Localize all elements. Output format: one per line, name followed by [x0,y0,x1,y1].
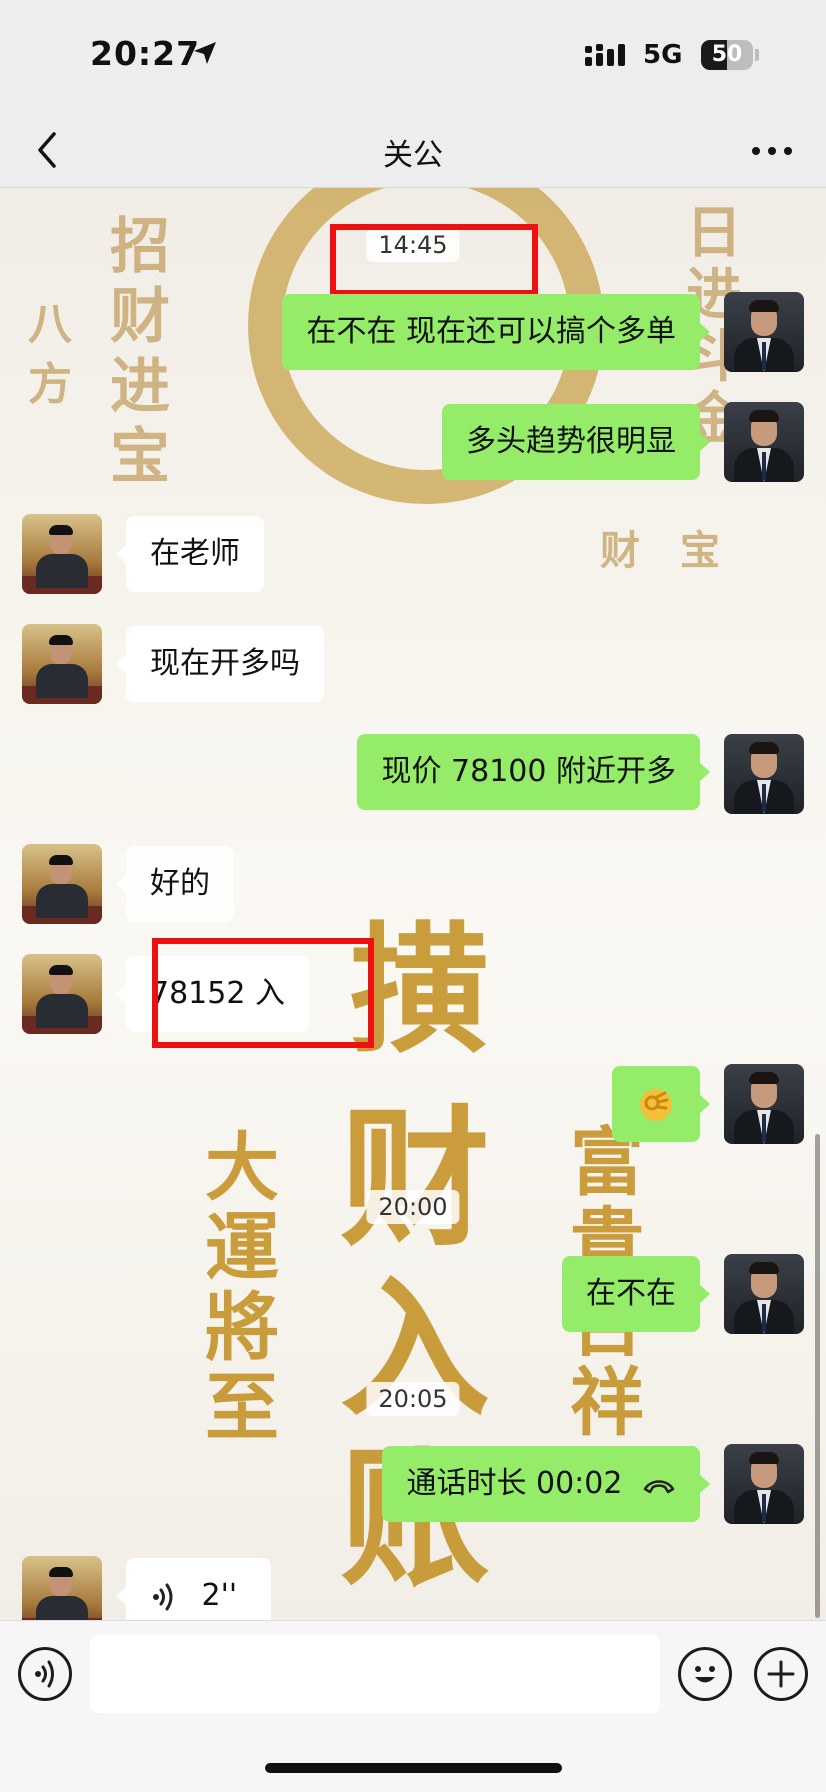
contact-avatar[interactable] [22,954,102,1034]
my-avatar[interactable] [724,734,804,814]
message-bubble-received[interactable]: 好的 [116,846,234,922]
background-glyph: 宝 [680,527,720,574]
input-bar [0,1620,826,1792]
contact-avatar[interactable] [22,514,102,594]
contact-avatar[interactable] [22,1556,102,1620]
call-record-bubble[interactable]: 通话时长 00:02 [382,1446,710,1522]
plus-icon [767,1660,795,1688]
add-button[interactable] [754,1647,808,1701]
contact-avatar[interactable] [22,844,102,924]
battery-icon: 50 [701,40,753,70]
scrollbar[interactable] [815,1134,820,1618]
call-duration-text: 通话时长 00:02 [406,1466,623,1501]
background-glyph: 财 [600,527,640,574]
location-arrow-icon [194,42,216,64]
message-bubble-received[interactable]: 现在开多吗 [116,626,324,702]
message-input[interactable] [90,1635,660,1713]
background-glyph: 八 [28,299,72,350]
more-dots-icon[interactable] [750,136,794,166]
message-bubble-sent[interactable]: 多头趋势很明显 [442,404,710,480]
voice-input-button[interactable] [18,1647,72,1701]
chat-title: 关公 [383,138,443,173]
nav-bar: 关公 [0,110,826,188]
timestamp: 20:05 [366,1382,460,1416]
network-type: 5G [643,40,683,70]
highlight-box [152,938,374,1048]
message-bubble-sent[interactable]: 现价 78100 附近开多 [357,734,710,810]
ok-hand-emoji [640,1088,672,1121]
home-indicator[interactable] [265,1763,562,1773]
timestamp: 20:00 [366,1190,460,1224]
status-bar: 20:27 5G 50 [0,0,826,110]
message-bubble-sent[interactable]: 在不在 [562,1256,710,1332]
voice-duration: 2'' [201,1578,238,1613]
message-bubble-received[interactable]: 在老师 [116,516,264,592]
cellular-signal-icon [585,44,625,66]
voice-icon [35,1660,54,1688]
hang-up-icon [643,1479,675,1493]
my-avatar[interactable] [724,1064,804,1144]
my-avatar[interactable] [724,402,804,482]
background-glyph: 方 [28,359,72,410]
my-avatar[interactable] [724,1254,804,1334]
battery-tip [755,49,759,61]
message-bubble-sent[interactable]: 在不在 现在还可以搞个多单 [282,294,710,370]
chat-area[interactable]: 招 财 进 宝 八 方 日 进 斗 金 财 宝 撗 财 入 账 大 運 將 至 … [0,188,826,1620]
contact-avatar[interactable] [22,624,102,704]
emoji-icon [695,1666,715,1683]
emoji-button[interactable] [678,1647,732,1701]
message-bubble-sent[interactable] [612,1066,710,1142]
background-glyph: 宝 [110,422,170,492]
status-time: 20:27 [90,34,201,73]
battery-level: 50 [711,42,743,67]
voice-wave-icon [153,1583,173,1610]
my-avatar[interactable] [724,1444,804,1524]
voice-message-bubble[interactable]: 2'' [115,1558,272,1620]
my-avatar[interactable] [724,292,804,372]
highlight-box [330,224,538,296]
background-glyph: 祥 [570,1360,644,1446]
background-glyph: 至 [205,1365,279,1451]
